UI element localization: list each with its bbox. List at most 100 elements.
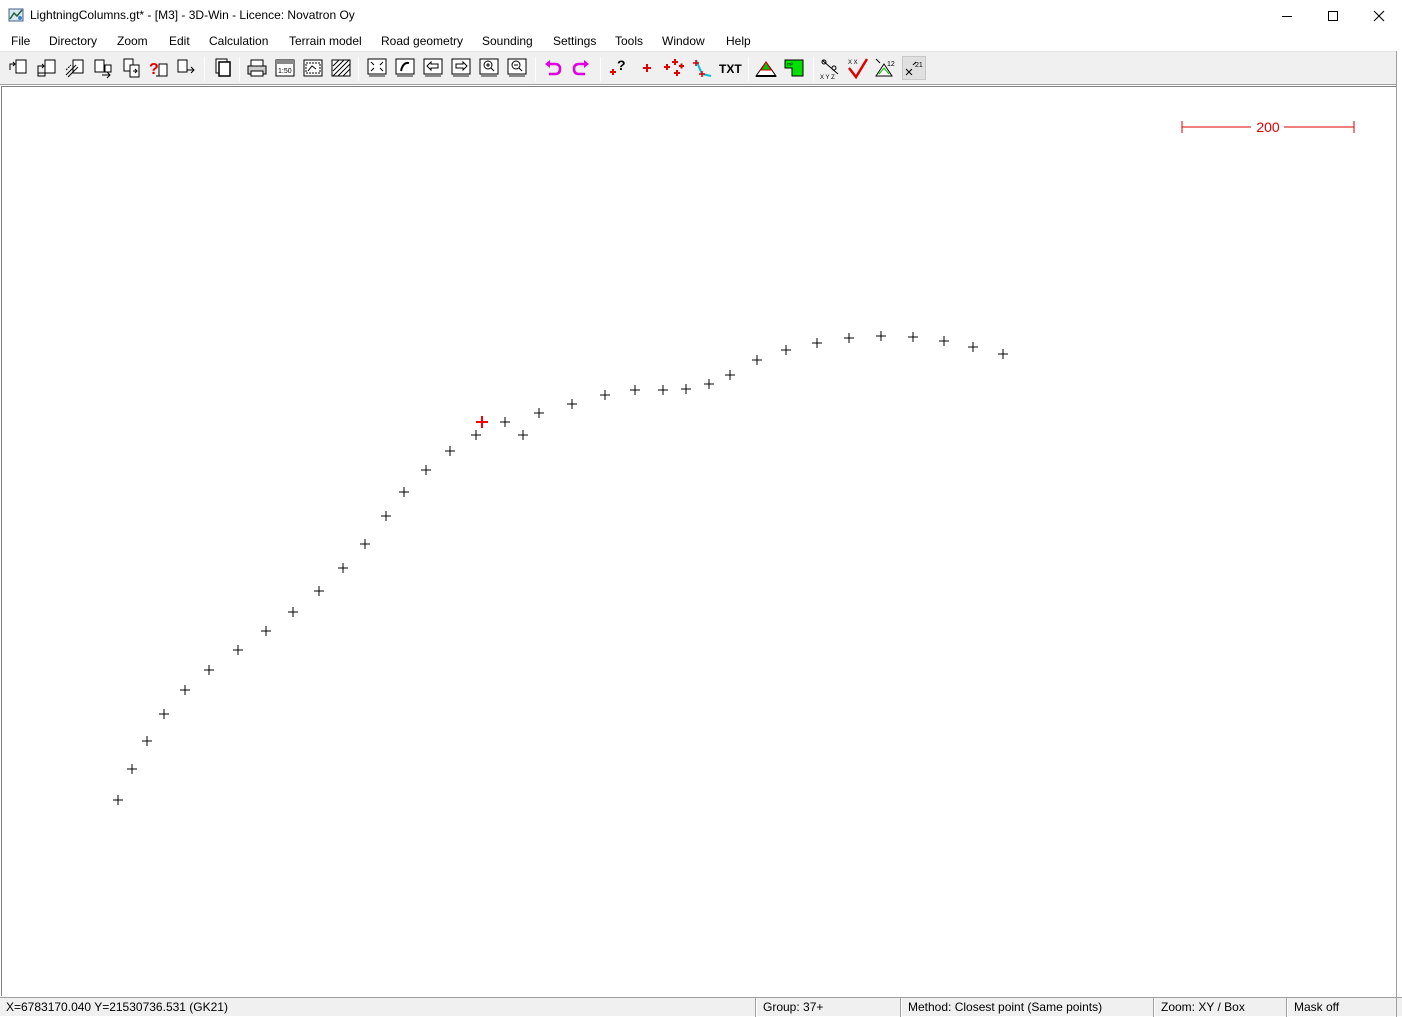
minimize-icon[interactable] bbox=[1264, 0, 1310, 31]
survey-point[interactable] bbox=[567, 399, 577, 409]
survey-point[interactable] bbox=[445, 446, 455, 456]
open-file-icon[interactable] bbox=[7, 56, 31, 80]
survey-point[interactable] bbox=[600, 390, 610, 400]
survey-point[interactable] bbox=[159, 709, 169, 719]
survey-point[interactable] bbox=[113, 795, 123, 805]
zoom-window-icon[interactable] bbox=[393, 56, 417, 80]
maximize-icon[interactable] bbox=[1310, 0, 1356, 31]
zoom-out-icon[interactable] bbox=[505, 56, 529, 80]
menu-edit[interactable]: Edit bbox=[169, 34, 190, 48]
survey-point[interactable] bbox=[939, 336, 949, 346]
survey-point[interactable] bbox=[968, 342, 978, 352]
survey-point[interactable] bbox=[288, 607, 298, 617]
svg-text:?: ? bbox=[617, 57, 626, 73]
query-file-icon[interactable]: ? bbox=[147, 56, 171, 80]
survey-point[interactable] bbox=[704, 379, 714, 389]
number-icon[interactable]: 12 bbox=[874, 56, 898, 80]
menu-terrain-model[interactable]: Terrain model bbox=[289, 34, 362, 48]
terrain-icon[interactable] bbox=[754, 56, 778, 80]
menu-help[interactable]: Help bbox=[726, 34, 751, 48]
status-bar: X=6783170.040 Y=21530736.531 (GK21) Grou… bbox=[0, 997, 1402, 1017]
survey-point[interactable] bbox=[752, 355, 762, 365]
undo-icon[interactable] bbox=[541, 56, 565, 80]
edit-file-icon[interactable] bbox=[63, 56, 87, 80]
copy-icon[interactable] bbox=[210, 56, 234, 80]
survey-point[interactable] bbox=[338, 563, 348, 573]
pan-left-icon[interactable] bbox=[421, 56, 445, 80]
survey-point[interactable] bbox=[844, 333, 854, 343]
survey-point[interactable] bbox=[500, 417, 510, 427]
check-icon[interactable]: X X bbox=[846, 56, 870, 80]
survey-point[interactable] bbox=[360, 539, 370, 549]
survey-point[interactable] bbox=[261, 626, 271, 636]
redo-icon[interactable] bbox=[569, 56, 593, 80]
menu-file[interactable]: File bbox=[11, 34, 30, 48]
menu-bar: File Directory Zoom Edit Calculation Ter… bbox=[0, 31, 1402, 51]
survey-point[interactable] bbox=[233, 645, 243, 655]
menu-road-geometry[interactable]: Road geometry bbox=[381, 34, 463, 48]
menu-calculation[interactable]: Calculation bbox=[209, 34, 268, 48]
toolbar-separator bbox=[239, 57, 240, 81]
toolbar-separator bbox=[813, 57, 814, 81]
survey-point[interactable] bbox=[876, 331, 886, 341]
svg-text:X X: X X bbox=[848, 60, 858, 66]
survey-point[interactable] bbox=[998, 349, 1008, 359]
survey-point[interactable] bbox=[399, 487, 409, 497]
survey-point[interactable] bbox=[204, 665, 214, 675]
survey-point[interactable] bbox=[630, 385, 640, 395]
xyz-icon[interactable]: X Y Z bbox=[818, 56, 842, 80]
plot-icon[interactable] bbox=[301, 56, 325, 80]
drawing-canvas[interactable]: 200 bbox=[1, 86, 1396, 996]
survey-point[interactable] bbox=[421, 465, 431, 475]
point-info-icon[interactable]: ? bbox=[607, 56, 631, 80]
hatch-icon[interactable] bbox=[329, 56, 353, 80]
line-icon[interactable] bbox=[690, 56, 714, 80]
svg-text:X Y Z: X Y Z bbox=[820, 75, 835, 80]
status-coordinates: X=6783170.040 Y=21530736.531 (GK21) bbox=[0, 998, 756, 1017]
zoom-all-icon[interactable] bbox=[365, 56, 389, 80]
survey-point[interactable] bbox=[142, 736, 152, 746]
text-button-label: TXT bbox=[719, 62, 742, 76]
survey-point[interactable] bbox=[534, 408, 544, 418]
toolbar-separator bbox=[358, 57, 359, 81]
pan-right-icon[interactable] bbox=[449, 56, 473, 80]
menu-tools[interactable]: Tools bbox=[615, 34, 643, 48]
menu-sounding[interactable]: Sounding bbox=[482, 34, 533, 48]
zoom-in-icon[interactable] bbox=[477, 56, 501, 80]
survey-point[interactable] bbox=[658, 385, 668, 395]
area-icon[interactable]: m² bbox=[782, 56, 806, 80]
survey-point[interactable] bbox=[908, 332, 918, 342]
survey-point[interactable] bbox=[781, 345, 791, 355]
survey-point[interactable] bbox=[127, 764, 137, 774]
text-icon[interactable]: TXT bbox=[718, 56, 742, 80]
point-plot[interactable]: 200 bbox=[2, 87, 1396, 996]
svg-text:m²: m² bbox=[787, 62, 793, 68]
svg-text:?: ? bbox=[149, 61, 159, 78]
import-icon[interactable] bbox=[119, 56, 143, 80]
status-group: Group: 37+ bbox=[756, 998, 901, 1017]
add-point-icon[interactable] bbox=[635, 56, 659, 80]
survey-point[interactable] bbox=[812, 338, 822, 348]
survey-point[interactable] bbox=[180, 685, 190, 695]
survey-points[interactable] bbox=[113, 331, 1008, 805]
survey-point[interactable] bbox=[381, 511, 391, 521]
label-toggle-icon[interactable]: 21 bbox=[902, 56, 926, 80]
menu-settings[interactable]: Settings bbox=[553, 34, 596, 48]
survey-point[interactable] bbox=[314, 586, 324, 596]
menu-window[interactable]: Window bbox=[662, 34, 705, 48]
toolbar-separator bbox=[204, 57, 205, 81]
menu-directory[interactable]: Directory bbox=[49, 34, 97, 48]
survey-point[interactable] bbox=[518, 430, 528, 440]
convert-icon[interactable] bbox=[174, 56, 198, 80]
survey-point[interactable] bbox=[681, 384, 691, 394]
save-file-icon[interactable] bbox=[35, 56, 59, 80]
export-icon[interactable] bbox=[91, 56, 115, 80]
menu-zoom[interactable]: Zoom bbox=[117, 34, 148, 48]
scale-print-icon[interactable]: 1:50 bbox=[273, 56, 297, 80]
print-icon[interactable] bbox=[245, 56, 269, 80]
add-points-icon[interactable] bbox=[662, 56, 686, 80]
survey-point[interactable] bbox=[725, 370, 735, 380]
close-icon[interactable] bbox=[1356, 0, 1402, 31]
selected-point[interactable] bbox=[476, 416, 488, 428]
survey-point[interactable] bbox=[471, 430, 481, 440]
